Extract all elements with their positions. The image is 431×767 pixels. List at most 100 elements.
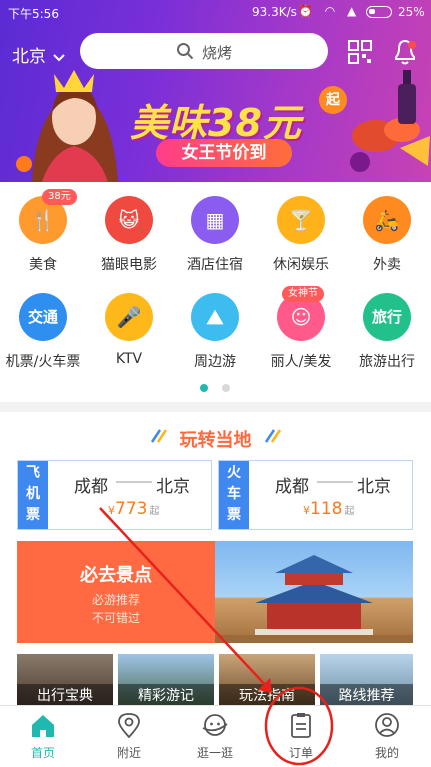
order-list-icon [291,713,311,738]
chevron-down-icon [53,54,66,62]
category-badge: 女神节 [282,286,324,302]
flight-tag: 飞机票 [18,461,48,529]
must-visit-line1: 必游推荐 [91,593,140,607]
status-bar: 下午5:56 93.3K/s ⏰ ◠ ▲ 25% [0,0,431,26]
tile-travel-guide[interactable]: 出行宝典 [17,654,113,708]
decor-slash-icon [264,429,282,443]
promo-banner[interactable]: 下午5:56 93.3K/s ⏰ ◠ ▲ 25% 北京 烧烤 美味38元 起 女… [0,0,431,182]
flight-price: ¥773 起 [108,499,160,519]
banner-subtitle: 女王节价到 [156,139,292,167]
category-9[interactable]: ☺ 丽人/美发 女神节 [258,279,344,370]
local-section: 玩转当地 飞机票 成都 北京 ¥773 起 火车票 成都 北京 ¥118 起 必去景… [0,412,431,708]
flight-ticket-card[interactable]: 飞机票 成都 北京 ¥773 起 [17,460,212,530]
battery-icon [366,6,392,18]
home-icon [32,715,54,737]
nav-profile[interactable]: 我的 [344,706,430,767]
notification-dot [408,41,416,49]
battery-percent: 25% [398,5,425,19]
category-glyph: ⛰ [206,305,224,329]
landscape-icon: ⛰ [191,293,239,341]
search-input[interactable]: 烧烤 [202,42,232,63]
category-label: 猫眼电影 [101,257,157,273]
bottom-nav: 首页 附近 逛一逛 订单 我的 [0,705,431,767]
search-bar[interactable]: 烧烤 [80,33,328,69]
must-visit-title: 必去景点 [80,565,152,586]
tile-route-recommend[interactable]: 路线推荐 [320,654,413,708]
category-10[interactable]: 旅行 旅游出行 [344,279,430,370]
building-icon: ▦ [191,196,239,244]
city-selector[interactable]: 北京 [12,42,66,67]
city-name: 北京 [12,47,46,67]
route-arrow [116,481,152,483]
palace-illustration [215,555,413,643]
category-glyph: 🛵 [374,208,400,232]
category-label: 外卖 [373,257,401,273]
category-4[interactable]: 🍸 休闲娱乐 [258,182,344,273]
category-grid: 🍴 美食 38元 😺 猫眼电影 ▦ 酒店住宿 🍸 休闲娱乐 🛵 外卖 交通 机票/火车票 🎤 KTV ⛰ 周边游… [0,182,431,402]
location-icon [118,713,140,738]
train-tag-label: 火车票 [227,465,241,523]
category-8[interactable]: ⛰ 周边游 [172,279,258,370]
user-icon [375,713,399,737]
category-3[interactable]: ▦ 酒店住宿 [172,182,258,273]
train-price: ¥118 起 [303,499,355,519]
flight-to: 北京 [156,477,190,497]
train-tag: 火车票 [219,461,249,529]
category-label: 休闲娱乐 [273,257,329,273]
cat-face-icon: 😺 [105,196,153,244]
category-label: 美食 [29,257,57,273]
flight-from: 成都 [74,477,108,497]
category-2[interactable]: 😺 猫眼电影 [86,182,172,273]
microphone-icon: 🎤 [105,293,153,341]
pager-dot [222,384,230,392]
scooter-icon: 🛵 [363,196,411,244]
qr-scan-icon[interactable] [348,40,372,64]
banner-badge: 起 [319,86,347,114]
train-ticket-card[interactable]: 火车票 成都 北京 ¥118 起 [218,460,413,530]
transport-icon: 交通 [19,293,67,341]
nav-label: 逛一逛 [196,746,233,760]
nav-label: 首页 [30,746,55,760]
train-from: 成都 [275,477,309,497]
category-label: 机票/火车票 [5,354,81,370]
train-to: 北京 [357,477,391,497]
status-icons: ⏰ ◠ ▲ [298,4,361,18]
category-label: 酒店住宿 [187,257,243,273]
palace-photo[interactable] [215,541,413,643]
nav-label: 我的 [374,746,399,760]
category-badge: 38元 [42,189,77,205]
banner-bottle-illustration [398,70,416,124]
category-label: 旅游出行 [359,354,415,370]
category-5[interactable]: 🛵 外卖 [344,182,430,273]
tile-travel-notes[interactable]: 精彩游记 [118,654,214,708]
category-6[interactable]: 交通机票/火车票 [0,279,86,370]
planet-face-icon [202,714,228,736]
nav-label: 附近 [116,746,141,760]
category-label: KTV [115,351,143,367]
category-glyph: 旅行 [371,308,402,326]
status-time: 下午5:56 [8,7,59,21]
category-glyph: 交通 [27,308,58,326]
pager-dot-active [200,384,208,392]
category-label: 丽人/美发 [270,354,332,370]
nav-home[interactable]: 首页 [0,706,86,767]
banner-illustration [16,70,118,182]
section-title: 玩转当地 [179,430,252,451]
nav-nearby[interactable]: 附近 [86,706,172,767]
nav-orders[interactable]: 订单 [258,706,344,767]
route-arrow [317,481,353,483]
must-visit-line2: 不可错过 [91,611,140,625]
category-label: 周边游 [194,354,236,370]
search-icon [177,43,194,60]
tile-play-guide[interactable]: 玩法指南 [219,654,315,708]
network-speed: 93.3K/s [252,5,297,19]
category-1[interactable]: 🍴 美食 38元 [0,182,86,273]
travel-icon: 旅行 [363,293,411,341]
category-glyph: ▦ [205,208,225,232]
category-glyph: 🍸 [288,208,314,232]
nav-label: 订单 [288,746,313,760]
flight-tag-label: 飞机票 [26,465,40,523]
category-7[interactable]: 🎤 KTV [86,279,172,369]
must-visit-card[interactable]: 必去景点 必游推荐 不可错过 [17,541,215,643]
nav-explore[interactable]: 逛一逛 [172,706,258,767]
